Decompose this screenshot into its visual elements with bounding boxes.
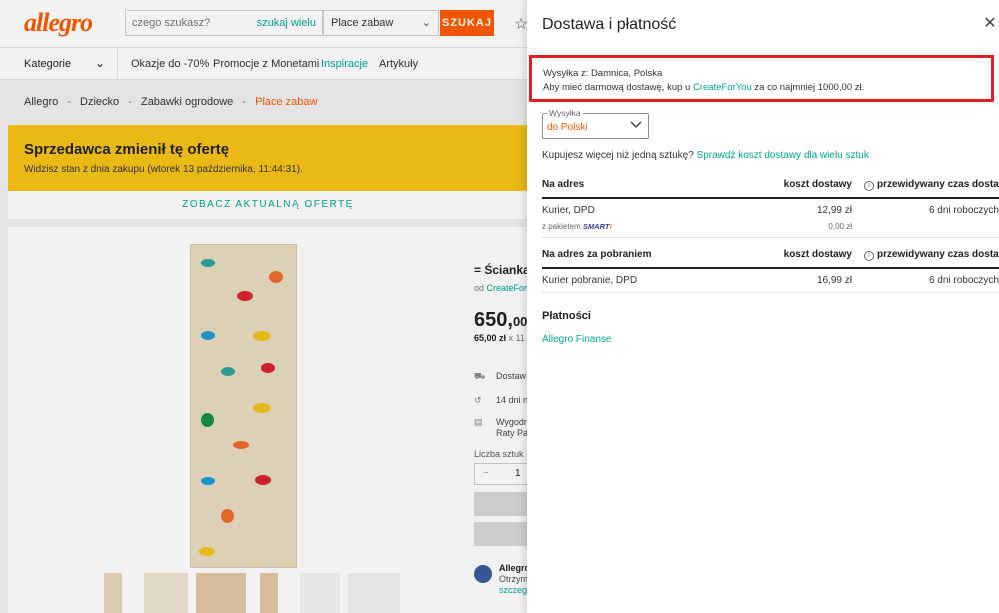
country-select-legend: Wysyłka: [547, 108, 583, 118]
dim-overlay[interactable]: [0, 0, 527, 613]
smart-label: z pakietem SMART!: [542, 222, 612, 231]
free-delivery-suffix: za co najmniej 1000,00 zł.: [754, 82, 865, 93]
panel-title: Dostawa i płatność: [542, 16, 677, 33]
delivery-cost: 16,99 zł: [816, 275, 852, 286]
shipping-country-select[interactable]: Wysyłka do Polski: [542, 108, 649, 139]
close-icon[interactable]: ✕: [981, 15, 999, 33]
delivery-method: Kurier pobranie, DPD: [542, 275, 638, 286]
cod-table-header: Na adres za pobraniem koszt dostawy i prz…: [542, 245, 999, 269]
multiple-items-line: Kupujesz więcej niż jedną sztukę? Sprawd…: [542, 150, 869, 161]
smart-prefix: z pakietem: [542, 222, 581, 231]
shipping-info-box: Wysyłka z: Damnica, Polska Aby mieć darm…: [529, 55, 994, 102]
allegro-finanse-link[interactable]: Allegro Finanse: [542, 334, 611, 345]
delivery-time: 6 dni roboczych: [928, 275, 999, 286]
col-method: Na adres za pobraniem: [542, 249, 652, 260]
seller-link[interactable]: CreateForYou: [693, 82, 752, 93]
smart-badge: SMART!: [582, 222, 612, 231]
col-time-label: przewidywany czas dostawy: [877, 249, 999, 260]
multiple-items-question: Kupujesz więcej niż jedną sztukę?: [542, 150, 694, 161]
payments-title: Płatności: [542, 310, 591, 322]
col-cost: koszt dostawy: [783, 249, 852, 260]
divider: [542, 292, 999, 293]
info-icon: i: [864, 181, 874, 191]
ship-from: Wysyłka z: Damnica, Polska: [543, 68, 663, 79]
smart-badge-text: SMART: [582, 222, 610, 231]
divider: [542, 237, 999, 238]
smart-cost: 0,00 zł: [828, 222, 852, 231]
delivery-method: Kurier, DPD: [542, 205, 595, 216]
delivery-payment-panel: Dostawa i płatność ✕ Wysyłka z: Damnica,…: [527, 0, 999, 613]
col-method: Na adres: [542, 179, 585, 190]
multiple-items-link[interactable]: Sprawdź koszt dostawy dla wielu sztuk: [697, 150, 869, 161]
col-time[interactable]: i przewidywany czas dostawy: [864, 179, 999, 191]
delivery-cost: 12,99 zł: [816, 205, 852, 216]
free-delivery-prefix: Aby mieć darmową dostawę, kup u: [543, 82, 691, 93]
free-delivery-info: Aby mieć darmową dostawę, kup u CreateFo…: [543, 81, 980, 95]
delivery-time: 6 dni roboczych: [928, 205, 999, 216]
col-time-label: przewidywany czas dostawy: [877, 179, 999, 190]
info-icon: i: [864, 251, 874, 261]
col-time[interactable]: i przewidywany czas dostawy: [864, 249, 999, 261]
chevron-down-icon: [630, 121, 642, 128]
col-cost: koszt dostawy: [783, 179, 852, 190]
delivery-table-header: Na adres koszt dostawy i przewidywany cza…: [542, 175, 999, 199]
country-select-value: do Polski: [547, 122, 588, 133]
